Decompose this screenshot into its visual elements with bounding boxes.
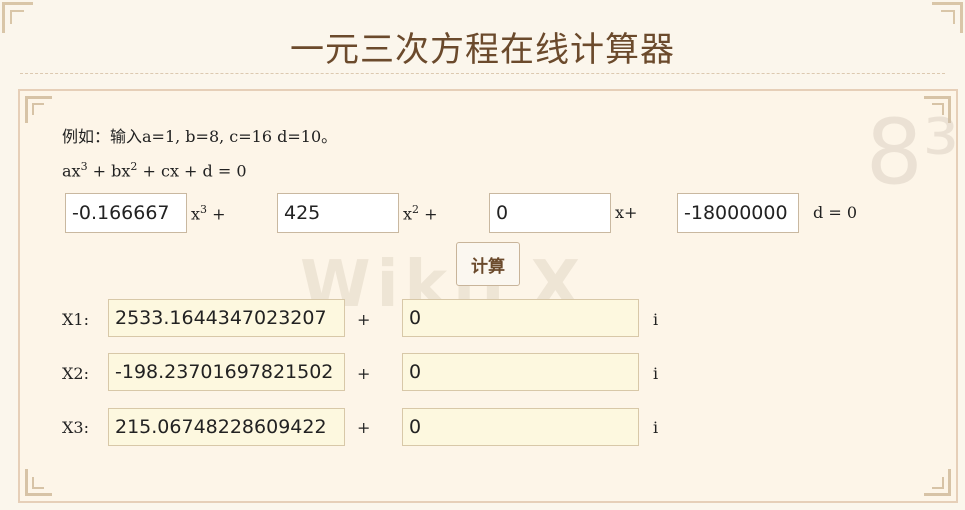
coef-d-input[interactable]: [677, 193, 799, 233]
result-x1-real-field[interactable]: [108, 299, 345, 337]
math-decoration: 8³: [865, 100, 959, 205]
result-x2-label: X2:: [62, 364, 89, 383]
result-x1-label: X1:: [62, 310, 89, 329]
result-x2-plus: +: [357, 364, 371, 383]
x-term-label: x+: [615, 203, 638, 222]
coef-b-input[interactable]: [277, 193, 399, 233]
panel-corner-ornament: [924, 469, 954, 499]
example-text: 例如：输入a=1, b=8, c=16 d=10。: [62, 127, 338, 146]
page-title: 一元三次方程在线计算器: [290, 30, 675, 70]
result-x3-plus: +: [357, 418, 371, 437]
x3-term-label: x3 +: [191, 203, 226, 224]
d-term-label: d = 0: [813, 203, 857, 222]
result-x3-i-label: i: [653, 418, 659, 437]
result-x1-imag-field[interactable]: [402, 299, 639, 337]
result-x2-i-label: i: [653, 364, 659, 383]
result-x3-real-field[interactable]: [108, 408, 345, 446]
x2-term-label: x2 +: [403, 203, 438, 224]
coef-a-input[interactable]: [65, 193, 187, 233]
formula-text: ax3 + bx2 + cx + d = 0: [62, 160, 247, 181]
result-x3-imag-field[interactable]: [402, 408, 639, 446]
result-x3-label: X3:: [62, 418, 89, 437]
panel-corner-ornament: [22, 469, 52, 499]
panel-corner-ornament: [22, 93, 52, 123]
title-divider: [20, 73, 945, 74]
result-x2-imag-field[interactable]: [402, 353, 639, 391]
result-x2-real-field[interactable]: [108, 353, 345, 391]
coef-c-input[interactable]: [489, 193, 611, 233]
result-x1-plus: +: [357, 310, 371, 329]
result-x1-i-label: i: [653, 310, 659, 329]
calculate-button[interactable]: 计算: [456, 242, 520, 286]
